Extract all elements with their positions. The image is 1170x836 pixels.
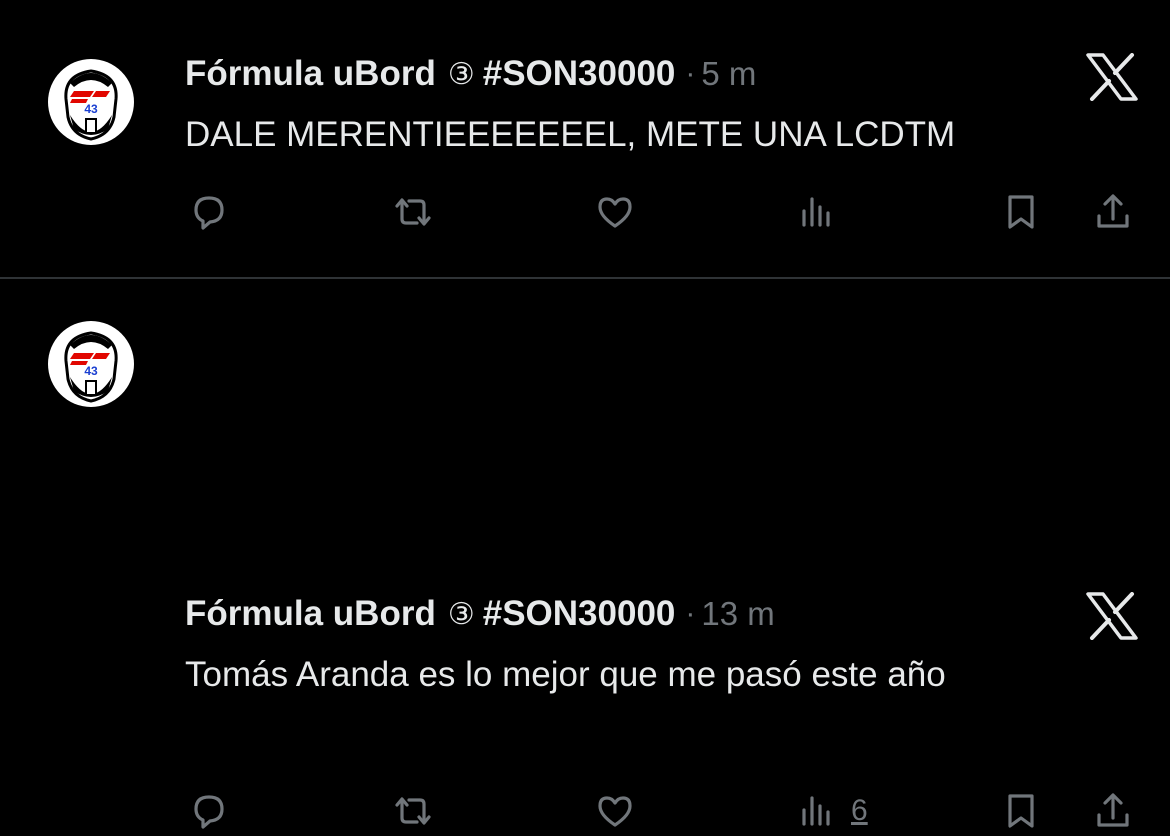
avatar-image: 43 bbox=[64, 331, 118, 403]
avatar[interactable]: 43 bbox=[48, 321, 134, 407]
heart-icon bbox=[598, 796, 632, 827]
share-icon bbox=[1097, 194, 1129, 228]
views-count: 6 bbox=[851, 794, 868, 827]
reply-icon bbox=[194, 795, 224, 829]
share-button[interactable] bbox=[1090, 786, 1136, 836]
heart-icon bbox=[598, 197, 632, 228]
author-hashtag: #SON30000 bbox=[482, 54, 676, 93]
tweet-header: Fórmula uBord ③ #SON30000 · 5 m bbox=[185, 52, 756, 96]
share-button[interactable] bbox=[1090, 187, 1136, 237]
tweet-actions: 6 bbox=[0, 786, 1170, 836]
tweet-text: Tomás Aranda es lo mejor que me pasó est… bbox=[185, 655, 946, 694]
reply-button[interactable] bbox=[186, 786, 232, 836]
bookmark-button[interactable] bbox=[998, 786, 1044, 836]
views-icon bbox=[802, 796, 830, 826]
bookmark-button[interactable] bbox=[998, 187, 1044, 237]
avatar-number: 43 bbox=[84, 364, 98, 378]
views-icon bbox=[802, 197, 830, 227]
avatar[interactable]: 43 bbox=[48, 59, 134, 145]
tweet[interactable]: 43 Fórmula uBord ③ #SON30000 · 5 m DALE … bbox=[0, 0, 1170, 277]
retweet-icon bbox=[395, 198, 431, 226]
share-icon bbox=[1097, 793, 1129, 827]
like-button[interactable] bbox=[592, 786, 638, 836]
tweet-header: Fórmula uBord ③ #SON30000 · 13 m bbox=[185, 592, 775, 636]
separator-dot: · bbox=[685, 597, 696, 630]
like-button[interactable] bbox=[592, 187, 638, 237]
x-logo-icon[interactable] bbox=[1086, 53, 1138, 101]
bookmark-icon bbox=[1008, 794, 1034, 828]
separator-dot: · bbox=[685, 57, 696, 90]
bookmark-icon bbox=[1008, 195, 1034, 229]
retweet-button[interactable] bbox=[390, 786, 436, 836]
reply-icon bbox=[194, 196, 224, 230]
author-badge: ③ bbox=[447, 597, 475, 631]
tweet-text: DALE MERENTIEEEEEEEL, METE UNA LCDTM bbox=[185, 115, 956, 154]
author-name[interactable]: Fórmula uBord bbox=[185, 54, 436, 94]
author-hashtag: #SON30000 bbox=[482, 594, 676, 633]
tweet[interactable]: 43 Fórmula uBord ③ #SON30000 · 13 m Tomá… bbox=[0, 279, 1170, 829]
timestamp[interactable]: 5 m bbox=[701, 55, 756, 93]
retweet-icon bbox=[395, 797, 431, 825]
avatar-number: 43 bbox=[84, 102, 98, 116]
timestamp[interactable]: 13 m bbox=[701, 595, 774, 633]
retweet-button[interactable] bbox=[390, 187, 436, 237]
tweet-actions bbox=[0, 187, 1170, 237]
views-button[interactable]: 6 bbox=[795, 786, 868, 836]
author-name[interactable]: Fórmula uBord bbox=[185, 594, 436, 634]
views-button[interactable] bbox=[795, 187, 851, 237]
author-badge: ③ bbox=[447, 57, 475, 91]
avatar-image: 43 bbox=[64, 69, 118, 141]
reply-button[interactable] bbox=[186, 187, 232, 237]
x-logo-icon[interactable] bbox=[1086, 592, 1138, 640]
